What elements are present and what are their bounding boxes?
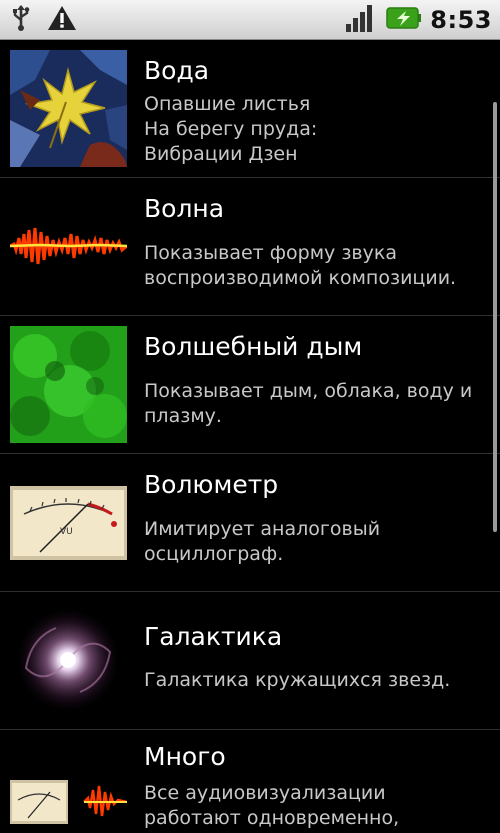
battery-charging-icon xyxy=(386,6,422,34)
scrollbar[interactable] xyxy=(493,102,497,532)
visualizer-list: Вода Опавшие листья На берегу пруда: Виб… xyxy=(0,40,500,833)
status-bar: 8:53 xyxy=(0,0,500,40)
item-description-line: Имитирует аналоговый xyxy=(144,518,381,540)
multiple-visualizers-thumbnail xyxy=(10,740,127,833)
list-item-galaktika[interactable]: Галактика Галактика кружащихся звезд. xyxy=(0,592,500,730)
item-title: Волна xyxy=(144,194,225,223)
item-description-line: Опавшие листья xyxy=(144,93,311,115)
item-title: Галактика xyxy=(144,622,283,651)
item-description-line: Показывает дым, облака, воду и xyxy=(144,380,473,402)
item-title: Волюметр xyxy=(144,470,279,499)
item-description-line: Вибрации Дзен xyxy=(144,143,298,165)
usb-icon xyxy=(10,4,32,36)
clock: 8:53 xyxy=(430,6,492,34)
leaves-thumbnail xyxy=(10,50,127,167)
svg-text:VU: VU xyxy=(60,527,73,537)
item-description-line: Галактика кружащихся звезд. xyxy=(144,669,451,691)
item-title: Много xyxy=(144,742,226,771)
item-description-line: Показывает форму звука xyxy=(144,242,397,264)
list-item-mnogo[interactable]: Много Все аудиовизуализации работают одн… xyxy=(0,730,500,833)
item-description-line: работают одновременно, xyxy=(144,807,400,829)
signal-icon xyxy=(344,2,378,38)
vu-meter-thumbnail: VU xyxy=(10,464,127,581)
item-description-line: На берегу пруда: xyxy=(144,118,318,140)
notification-icons xyxy=(10,4,78,36)
warning-icon xyxy=(46,4,78,36)
list-item-volumetr[interactable]: VU Волюметр Имитирует аналоговый осцилло… xyxy=(0,454,500,592)
waveform-thumbnail xyxy=(10,188,127,305)
item-description-line: плазму. xyxy=(144,405,222,427)
item-description-line: осциллограф. xyxy=(144,543,284,565)
green-smoke-thumbnail xyxy=(10,326,127,443)
item-description-line: Все аудиовизуализации xyxy=(144,782,386,804)
item-description-line: воспроизводимой композиции. xyxy=(144,267,457,289)
list-item-volna[interactable]: Волна Показывает форму звука воспроизвод… xyxy=(0,178,500,316)
list-item-voda[interactable]: Вода Опавшие листья На берегу пруда: Виб… xyxy=(0,40,500,178)
item-title: Вода xyxy=(144,56,210,85)
list-item-volshebny-dym[interactable]: Волшебный дым Показывает дым, облака, во… xyxy=(0,316,500,454)
item-title: Волшебный дым xyxy=(144,332,363,361)
galaxy-thumbnail xyxy=(10,602,127,719)
